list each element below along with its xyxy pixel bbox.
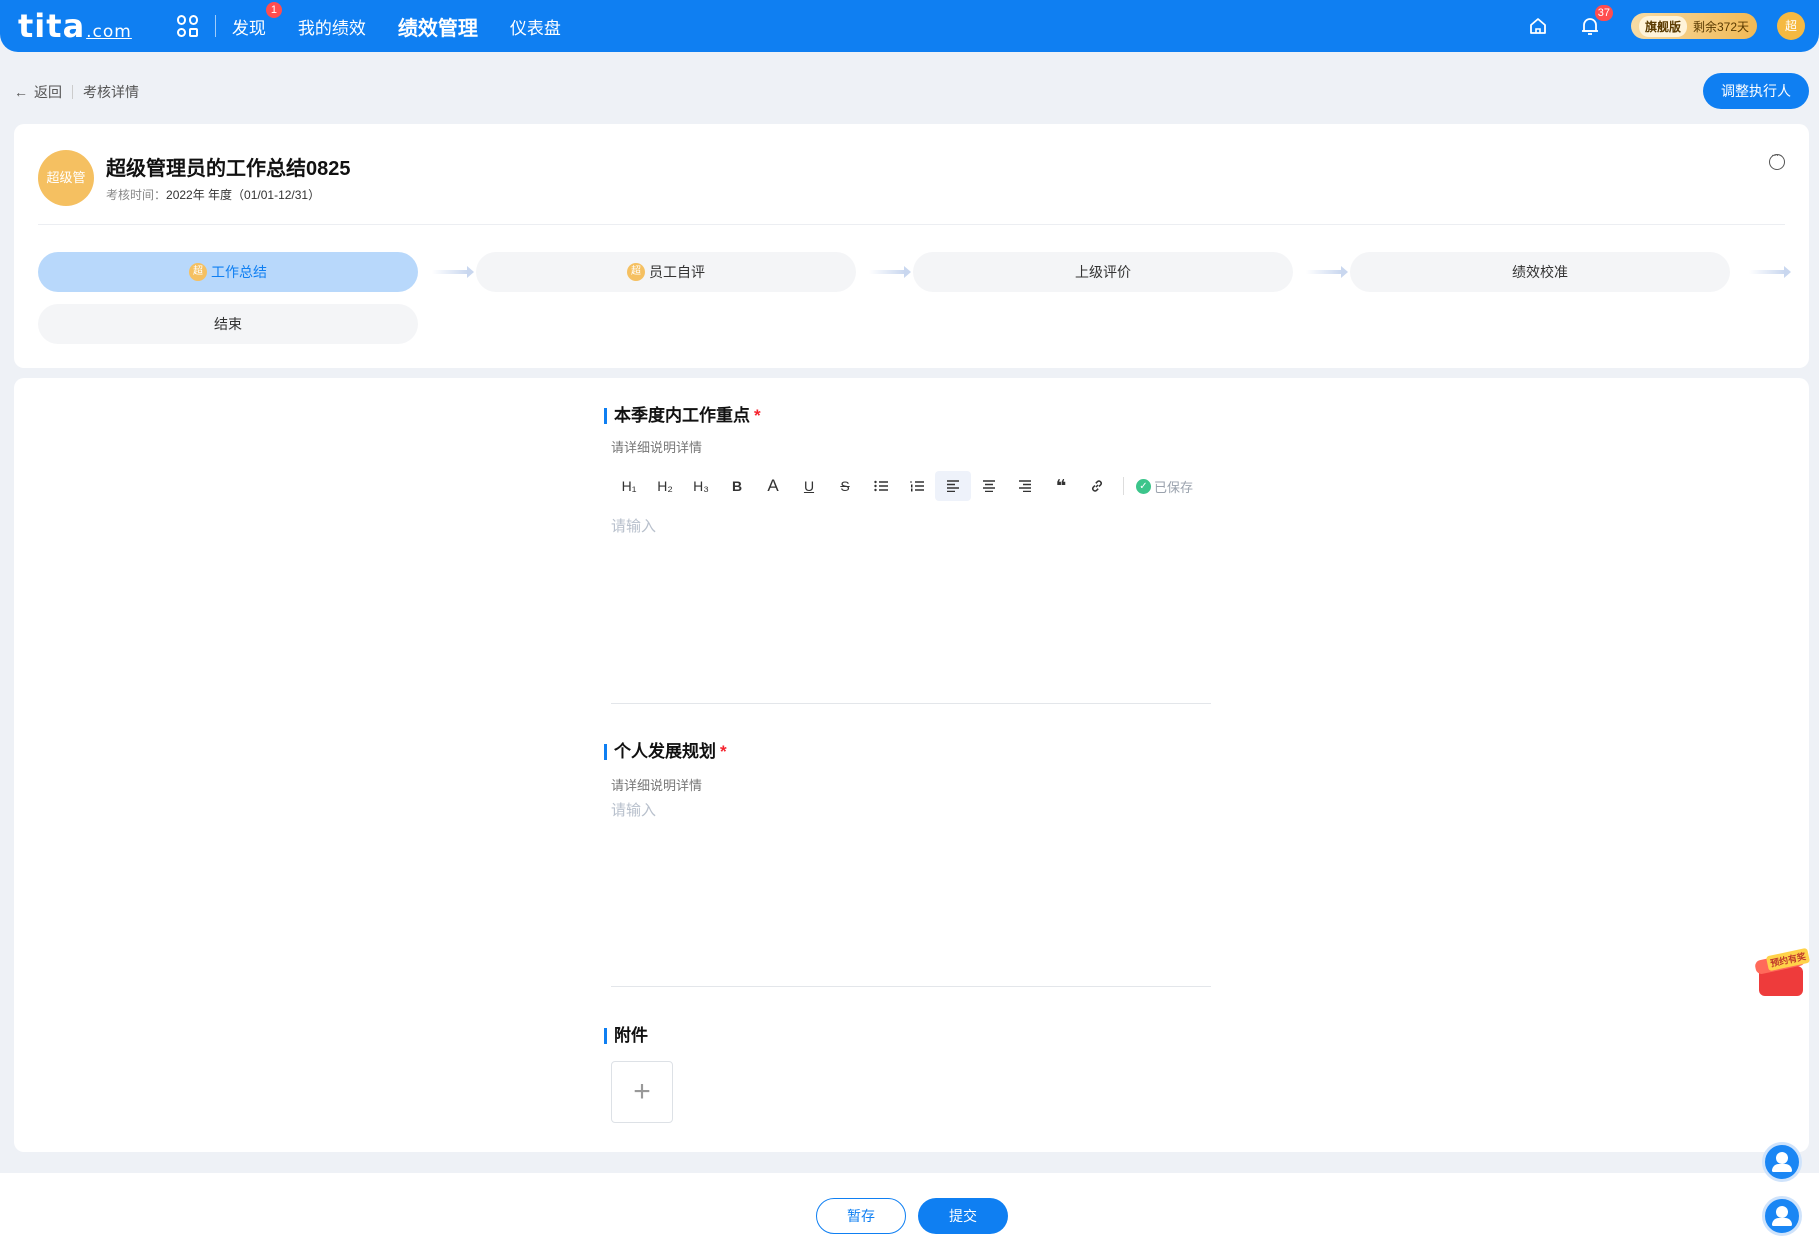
step-arrow-icon (1306, 266, 1348, 278)
period-label: 考核时间： (106, 188, 167, 202)
font-color-button[interactable]: A (755, 471, 791, 501)
headset-icon (1772, 1206, 1792, 1226)
step-label: 上级评价 (1075, 264, 1131, 280)
tita-logo[interactable]: tita.com (18, 7, 132, 45)
strikethrough-button[interactable]: S (827, 471, 863, 501)
nav-divider (214, 15, 216, 37)
bulleted-list-icon[interactable] (863, 471, 899, 501)
nav-item-discover[interactable]: 发现 1 (232, 1, 282, 39)
section-title-attachment: 附件 (604, 1027, 648, 1044)
gift-promo-icon[interactable]: 预约有奖 (1747, 947, 1811, 1000)
heading3-button[interactable]: H₃ (683, 471, 719, 501)
step-end[interactable]: 结束 (38, 304, 418, 344)
user-avatar[interactable]: 超 (1777, 12, 1805, 40)
step-avatar-dot: 超 (189, 263, 207, 281)
align-left-icon[interactable] (935, 471, 971, 501)
breadcrumb-current: 考核详情 (83, 84, 139, 100)
page-title: 超级管理员的工作总结0825 (106, 158, 351, 180)
toolbar-divider (1123, 477, 1124, 495)
editor-divider (611, 703, 1211, 704)
section-title-plan: 个人发展规划 * (604, 742, 727, 761)
nav-item-dashboard[interactable]: 仪表盘 (510, 14, 561, 39)
step-self-review[interactable]: 超 员工自评 (476, 252, 856, 292)
review-period: 考核时间：2022年 年度（01/01-12/31） (106, 186, 320, 203)
person-icon (1772, 1152, 1792, 1172)
comment-icon[interactable] (1769, 150, 1785, 170)
breadcrumb-divider (72, 85, 73, 99)
submit-button[interactable]: 提交 (918, 1198, 1008, 1234)
review-header-card: 超级管 超级管理员的工作总结0825 考核时间：2022年 年度（01/01-1… (14, 124, 1809, 368)
action-footer: 暂存 提交 (0, 1173, 1819, 1252)
plan-label: 旗舰版 (1638, 15, 1687, 37)
notification-badge: 37 (1594, 5, 1613, 21)
employee-avatar: 超级管 (38, 150, 94, 206)
add-attachment-button[interactable]: + (611, 1061, 673, 1123)
section-hint: 请详细说明详情 (611, 440, 703, 455)
step-arrow-icon (432, 266, 474, 278)
breadcrumb: ← 返回 考核详情 (14, 82, 139, 102)
step-manager-review[interactable]: 上级评价 (913, 252, 1293, 292)
saved-status: ✓ 已保存 (1136, 477, 1193, 496)
nav-item-my-performance[interactable]: 我的绩效 (298, 14, 366, 39)
plan-editor-input[interactable]: 请输入 (611, 799, 656, 820)
back-arrow-icon[interactable]: ← (14, 84, 28, 100)
form-card: 本季度内工作重点* 请详细说明详情 H₁ H₂ H₃ B A U S ❝ ✓ (14, 378, 1809, 1152)
step-avatar-dot: 超 (627, 263, 645, 281)
section-title-focus: 本季度内工作重点 * (604, 406, 761, 425)
customer-service-icon[interactable] (1762, 1196, 1802, 1236)
header-divider (38, 224, 1785, 225)
period-value: 2022年 年度（01/01-12/31） (166, 188, 321, 202)
underline-button[interactable]: U (791, 471, 827, 501)
apps-grid-icon[interactable] (176, 15, 199, 37)
quote-button[interactable]: ❝ (1043, 471, 1079, 501)
check-circle-icon: ✓ (1136, 478, 1151, 494)
step-arrow-icon (869, 266, 911, 278)
back-link[interactable]: 返回 (34, 82, 62, 102)
step-label: 工作总结 (211, 264, 267, 280)
contact-advisor-icon[interactable] (1762, 1142, 1802, 1182)
plan-pill[interactable]: 旗舰版 剩余372天 (1630, 13, 1757, 39)
step-label: 绩效校准 (1512, 264, 1568, 280)
discover-badge: 1 (265, 1, 282, 18)
align-right-icon[interactable] (1007, 471, 1043, 501)
step-label: 员工自评 (649, 264, 705, 280)
plan-remaining: 剩余372天 (1692, 19, 1749, 34)
adjust-executor-button[interactable]: 调整执行人 (1703, 73, 1809, 109)
step-work-summary[interactable]: 超 工作总结 (38, 252, 418, 292)
numbered-list-icon[interactable] (899, 471, 935, 501)
link-icon[interactable] (1079, 471, 1115, 501)
editor-divider (611, 986, 1211, 987)
step-label: 结束 (214, 316, 242, 332)
align-center-icon[interactable] (971, 471, 1007, 501)
home-icon[interactable] (1527, 15, 1549, 37)
heading2-button[interactable]: H₂ (647, 471, 683, 501)
focus-editor-input[interactable]: 请输入 (611, 515, 656, 536)
required-mark: * (720, 742, 727, 761)
section-hint: 请详细说明详情 (611, 778, 703, 793)
top-navbar: tita.com 发现 1 我的绩效 绩效管理 仪表盘 37 旗舰版 剩余372… (0, 0, 1819, 52)
editor-toolbar: H₁ H₂ H₃ B A U S ❝ ✓ 已保存 (611, 470, 1193, 502)
required-mark: * (754, 406, 761, 425)
heading1-button[interactable]: H₁ (611, 471, 647, 501)
step-calibration[interactable]: 绩效校准 (1350, 252, 1730, 292)
bold-button[interactable]: B (719, 471, 755, 501)
notification-bell-icon[interactable]: 37 (1579, 5, 1613, 37)
save-draft-button[interactable]: 暂存 (816, 1198, 906, 1234)
nav-item-performance-management[interactable]: 绩效管理 (398, 12, 478, 41)
step-arrow-icon (1749, 266, 1791, 278)
